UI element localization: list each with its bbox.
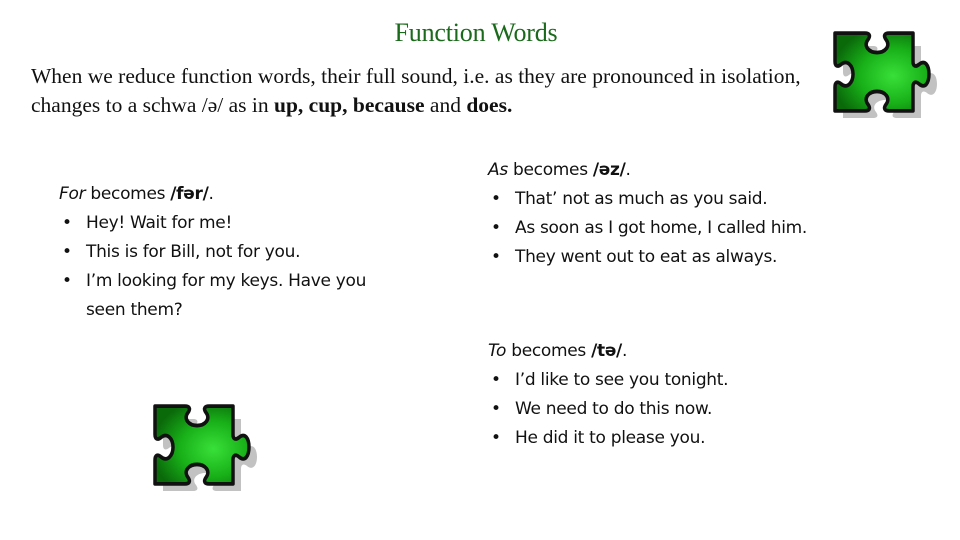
intro-connector: and <box>424 93 467 117</box>
example-text: He did it to please you. <box>515 428 706 448</box>
list-item: • That’ not as much as you said. <box>488 185 908 214</box>
list-item: • I’m looking for my keys. Have you seen … <box>59 267 389 325</box>
bullet-icon: • <box>62 271 72 291</box>
example-text: We need to do this now. <box>515 399 713 419</box>
intro-paragraph: When we reduce function words, their ful… <box>31 62 821 120</box>
example-text: This is for Bill, not for you. <box>86 242 301 262</box>
section-period: . <box>208 184 214 204</box>
list-item: • We need to do this now. <box>488 395 908 424</box>
bullet-icon: • <box>491 428 501 448</box>
list-item: • I’d like to see you tonight. <box>488 366 908 395</box>
puzzle-piece-icon <box>153 404 257 491</box>
section-heading: For becomes /fər/. <box>59 180 389 209</box>
example-text: I’d like to see you tonight. <box>515 370 729 390</box>
intro-example-does: does. <box>466 93 513 117</box>
example-text: That’ not as much as you said. <box>515 189 768 209</box>
bullet-icon: • <box>62 242 72 262</box>
bullet-icon: • <box>491 370 501 390</box>
puzzle-piece-icon <box>833 31 937 118</box>
section-heading: As becomes /əz/. <box>488 156 908 185</box>
list-item: • This is for Bill, not for you. <box>59 238 389 267</box>
list-item: • As soon as I got home, I called him. <box>488 214 908 243</box>
slide-title: Function Words <box>394 18 558 47</box>
example-text: Hey! Wait for me! <box>86 213 232 233</box>
section-becomes: becomes <box>507 160 593 180</box>
section-as: As becomes /əz/. • That’ not as much as y… <box>488 156 908 272</box>
example-list: • Hey! Wait for me! • This is for Bill, no… <box>59 209 389 325</box>
section-period: . <box>621 341 628 361</box>
bullet-icon: • <box>491 247 501 267</box>
example-text: They went out to eat as always. <box>515 247 778 267</box>
list-item: • They went out to eat as always. <box>488 243 908 272</box>
example-list: • I’d like to see you tonight. • We need t… <box>488 366 908 453</box>
section-heading: To becomes /tə/. <box>488 337 908 366</box>
section-becomes: becomes <box>506 341 592 361</box>
bullet-icon: • <box>491 189 501 209</box>
section-word: For <box>59 184 86 204</box>
example-text: As soon as I got home, I called him. <box>515 218 808 238</box>
list-item: • He did it to please you. <box>488 424 908 453</box>
section-to: To becomes /tə/. • I’d like to see you to… <box>488 337 908 453</box>
example-list: • That’ not as much as you said. • As soon… <box>488 185 908 272</box>
section-becomes: becomes <box>85 184 171 204</box>
intro-examples-bold: up, cup, because <box>274 93 425 117</box>
section-for: For becomes /fər/. • Hey! Wait for me! • T… <box>59 180 389 325</box>
section-word: To <box>488 341 507 361</box>
section-ipa: /fər/ <box>170 184 209 204</box>
example-text: I’m looking for my keys. Have you seen t… <box>86 271 367 320</box>
section-word: As <box>488 160 508 180</box>
bullet-icon: • <box>62 213 72 233</box>
section-ipa: /tə/ <box>591 341 622 361</box>
bullet-icon: • <box>491 399 501 419</box>
section-period: . <box>625 160 631 180</box>
bullet-icon: • <box>491 218 501 238</box>
section-ipa: /əz/ <box>592 160 626 180</box>
list-item: • Hey! Wait for me! <box>59 209 389 238</box>
